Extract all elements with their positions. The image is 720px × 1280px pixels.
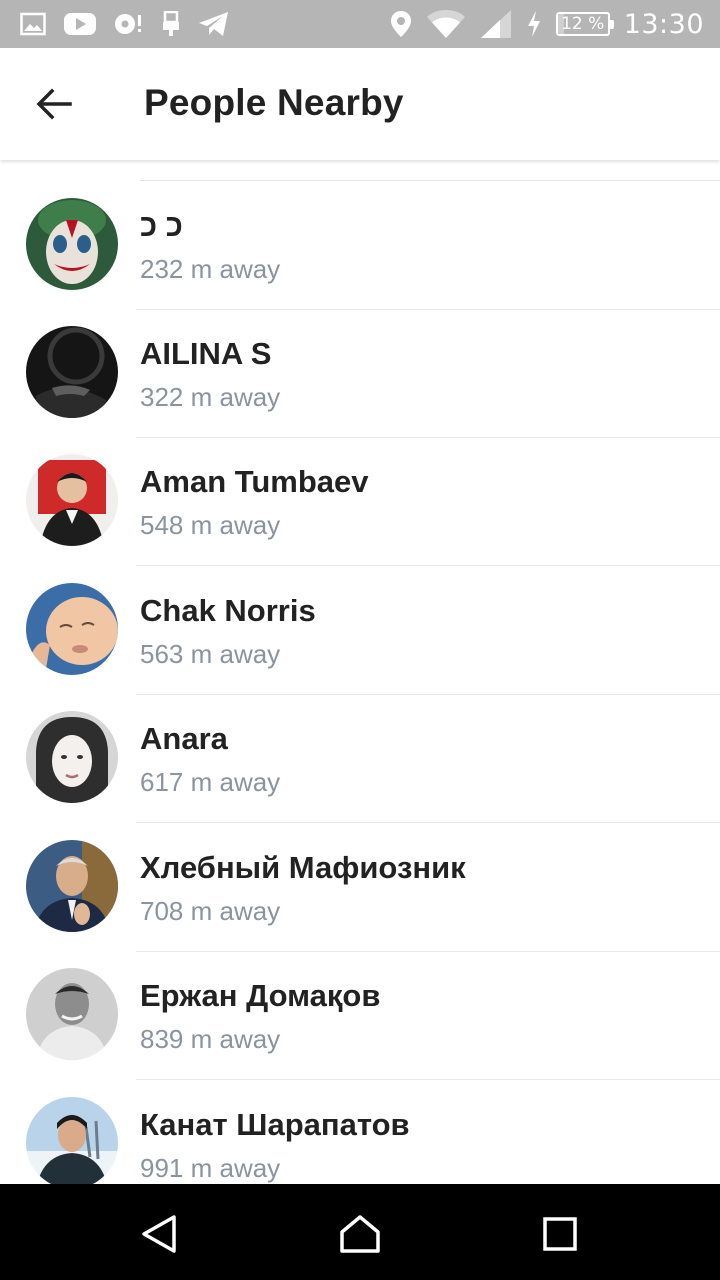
cellular-signal-icon xyxy=(480,9,512,39)
voice-recorder-icon xyxy=(114,12,144,36)
recents-icon xyxy=(543,1217,577,1251)
clock: 13:30 xyxy=(623,8,704,40)
person-row[interactable]: Канат Шарапатов 991 m away xyxy=(0,1081,720,1184)
location-icon xyxy=(390,10,412,38)
avatar xyxy=(26,198,118,290)
person-name: כ כ xyxy=(140,208,183,243)
avatar xyxy=(26,454,118,546)
person-row[interactable]: Aman Tumbaev 548 m away xyxy=(0,438,720,566)
person-row[interactable]: AILINA S 322 m away xyxy=(0,310,720,438)
status-bar: 12 % 13:30 xyxy=(0,0,720,48)
person-distance: 322 m away xyxy=(140,382,281,412)
row-divider xyxy=(136,1079,720,1080)
person-distance: 839 m away xyxy=(140,1024,281,1054)
person-distance: 232 m away xyxy=(140,254,281,284)
person-row[interactable]: Anara 617 m away xyxy=(0,695,720,823)
person-name: Хлебный Мафиозник xyxy=(140,850,466,885)
avatar xyxy=(26,711,118,803)
row-divider xyxy=(136,565,720,566)
back-triangle-icon xyxy=(142,1215,176,1253)
person-name: Ержан Домақов xyxy=(140,978,381,1013)
person-row[interactable]: כ כ 232 m away xyxy=(0,182,720,310)
person-row[interactable]: Chak Norris 563 m away xyxy=(0,567,720,695)
app-bar: People Nearby xyxy=(0,48,720,160)
person-name: Anara xyxy=(140,721,228,756)
back-button[interactable] xyxy=(22,72,86,136)
gallery-icon xyxy=(20,12,46,36)
battery-icon: 12 % xyxy=(555,12,614,36)
avatar xyxy=(26,840,118,932)
youtube-icon xyxy=(64,12,96,36)
person-distance: 617 m away xyxy=(140,767,281,797)
avatar xyxy=(26,326,118,418)
person-distance: 708 m away xyxy=(140,896,281,926)
battery-percentage: 12 % xyxy=(561,14,605,34)
person-row[interactable]: Хлебный Мафиозник 708 m away xyxy=(0,824,720,952)
person-name: Aman Tumbaev xyxy=(140,464,369,499)
navigation-bar xyxy=(0,1184,720,1280)
person-name: Канат Шарапатов xyxy=(140,1107,410,1142)
system-indicators: 12 % 13:30 xyxy=(390,6,704,42)
usb-icon xyxy=(162,11,180,37)
charging-icon xyxy=(526,10,542,38)
person-name: AILINA S xyxy=(140,336,272,371)
arrow-left-icon xyxy=(36,88,72,120)
avatar xyxy=(26,583,118,675)
person-row[interactable]: Ержан Домақов 839 m away xyxy=(0,952,720,1080)
avatar xyxy=(26,968,118,1060)
person-distance: 548 m away xyxy=(140,510,281,540)
person-name: Chak Norris xyxy=(140,593,316,628)
notification-icons xyxy=(20,8,230,40)
nav-home-button[interactable] xyxy=(328,1202,392,1266)
person-distance: 563 m away xyxy=(140,639,281,669)
list-top-divider xyxy=(140,180,720,181)
row-divider xyxy=(136,822,720,823)
home-icon xyxy=(340,1215,380,1253)
people-nearby-list[interactable]: כ כ 232 m away AILINA S 322 m away Aman … xyxy=(0,160,720,1184)
nav-back-button[interactable] xyxy=(128,1202,192,1266)
wifi-icon xyxy=(426,9,466,39)
nav-recents-button[interactable] xyxy=(528,1202,592,1266)
telegram-icon xyxy=(198,11,230,37)
page-title: People Nearby xyxy=(144,82,404,123)
person-distance: 991 m away xyxy=(140,1153,281,1183)
avatar xyxy=(26,1097,118,1184)
